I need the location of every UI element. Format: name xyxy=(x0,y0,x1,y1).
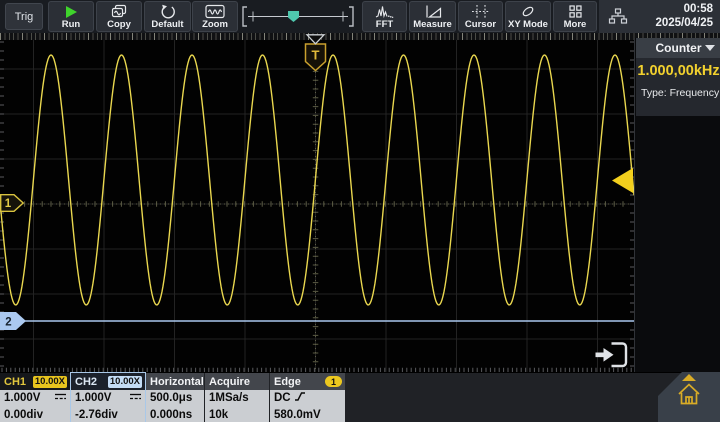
ch1-position-marker[interactable]: 1 xyxy=(0,194,25,217)
fft-label: FFT xyxy=(376,20,393,30)
xy-ellipse-icon xyxy=(519,3,537,20)
more-button[interactable]: More xyxy=(553,1,597,32)
acquire-depth: 10k xyxy=(209,407,228,422)
ch2-position-marker[interactable]: 2 xyxy=(0,312,27,335)
horizontal-title: Horizontal xyxy=(150,376,204,388)
counter-panel: Counter 1.000,00kHz Type: Frequency xyxy=(636,38,720,116)
dc-coupling-icon xyxy=(129,390,142,407)
counter-type: Type: Frequency xyxy=(636,87,720,99)
home-icon[interactable] xyxy=(676,382,702,411)
rising-edge-icon xyxy=(294,390,306,408)
ch1-scale: 1.000V xyxy=(4,390,40,407)
zoom-label: Zoom xyxy=(202,20,228,30)
counter-header[interactable]: Counter xyxy=(636,38,720,58)
dc-coupling-icon xyxy=(54,390,67,407)
ch1-status-section[interactable]: CH1 10.00X 1.000V 0.00div xyxy=(0,373,70,422)
edge-title: Edge xyxy=(274,376,301,388)
zoom-waveform-icon xyxy=(205,3,225,20)
cursor-label: Cursor xyxy=(465,20,496,30)
measure-triangle-icon xyxy=(424,3,442,20)
collapse-arrow-icon[interactable] xyxy=(682,374,696,381)
more-grid-icon xyxy=(568,3,583,20)
waveform-display[interactable]: T xyxy=(0,40,634,372)
copy-icon xyxy=(110,3,128,20)
top-toolbar: Trig Run Copy xyxy=(0,0,720,33)
bottom-status-bar: CH1 10.00X 1.000V 0.00div xyxy=(0,372,720,422)
chevron-down-icon xyxy=(705,45,715,51)
trig-label: Trig xyxy=(15,11,34,23)
horizontal-position-slider[interactable] xyxy=(240,3,356,30)
more-label: More xyxy=(564,20,587,30)
horizontal-ruler xyxy=(0,33,720,40)
copy-label: Copy xyxy=(107,20,131,30)
default-label: Default xyxy=(151,20,183,30)
fft-spectrum-icon xyxy=(375,3,394,20)
time-display: 00:58 xyxy=(655,3,713,17)
network-icon xyxy=(608,8,628,30)
trigger-position-caret[interactable] xyxy=(304,32,327,50)
reset-arrow-icon xyxy=(160,3,176,20)
expand-view-icon[interactable] xyxy=(596,344,627,367)
ch2-name: CH2 xyxy=(75,376,97,388)
clock-panel[interactable]: 00:58 2025/04/25 xyxy=(599,0,720,33)
xy-mode-button[interactable]: XY Mode xyxy=(505,1,551,32)
fft-button[interactable]: FFT xyxy=(362,1,407,32)
cursor-button[interactable]: Cursor xyxy=(458,1,503,32)
ch1-probe-badge: 10.00X xyxy=(33,376,67,388)
zoom-button[interactable]: Zoom xyxy=(192,1,238,32)
ch2-marker-label: 2 xyxy=(5,317,11,329)
horizontal-delay: 0.000ns xyxy=(150,407,192,422)
ch1-position: 0.00div xyxy=(4,407,43,422)
ch2-position: -2.76div xyxy=(75,407,118,422)
run-button[interactable]: Run xyxy=(48,1,94,32)
trigger-status-section[interactable]: Edge 1 DC 580.0mV xyxy=(270,373,345,422)
trigger-level: 580.0mV xyxy=(274,407,321,422)
trigger-source-badge: 1 xyxy=(325,376,342,387)
run-play-icon xyxy=(63,3,79,20)
slider-thumb xyxy=(288,11,299,22)
oscilloscope-screen: Trig Run Copy xyxy=(0,0,720,422)
acquire-status-section[interactable]: Acquire 1MSa/s 10k xyxy=(205,373,269,422)
right-side-strip: Counter 1.000,00kHz Type: Frequency xyxy=(634,38,720,372)
ch1-marker-label: 1 xyxy=(5,198,12,210)
horizontal-scale: 500.0μs xyxy=(150,390,192,407)
ch2-status-section[interactable]: CH2 10.00X 1.000V -2.76div xyxy=(71,373,145,422)
counter-title: Counter xyxy=(656,41,702,55)
measure-label: Measure xyxy=(413,20,452,30)
date-display: 2025/04/25 xyxy=(655,17,713,31)
cursor-crosshair-icon xyxy=(471,3,491,20)
trig-button[interactable]: Trig xyxy=(5,3,43,30)
measure-button[interactable]: Measure xyxy=(409,1,456,32)
acquire-rate: 1MSa/s xyxy=(209,390,249,407)
ch1-name: CH1 xyxy=(4,376,26,388)
run-label: Run xyxy=(62,20,80,30)
copy-button[interactable]: Copy xyxy=(96,1,142,32)
acquire-title: Acquire xyxy=(209,376,250,388)
counter-value: 1.000,00kHz xyxy=(636,63,720,79)
horizontal-status-section[interactable]: Horizontal 500.0μs 0.000ns xyxy=(146,373,204,422)
ch2-probe-badge: 10.00X xyxy=(108,376,142,388)
default-button[interactable]: Default xyxy=(144,1,191,32)
ch2-scale: 1.000V xyxy=(75,390,111,407)
xy-mode-label: XY Mode xyxy=(508,20,548,30)
trigger-coupling: DC xyxy=(274,390,291,407)
